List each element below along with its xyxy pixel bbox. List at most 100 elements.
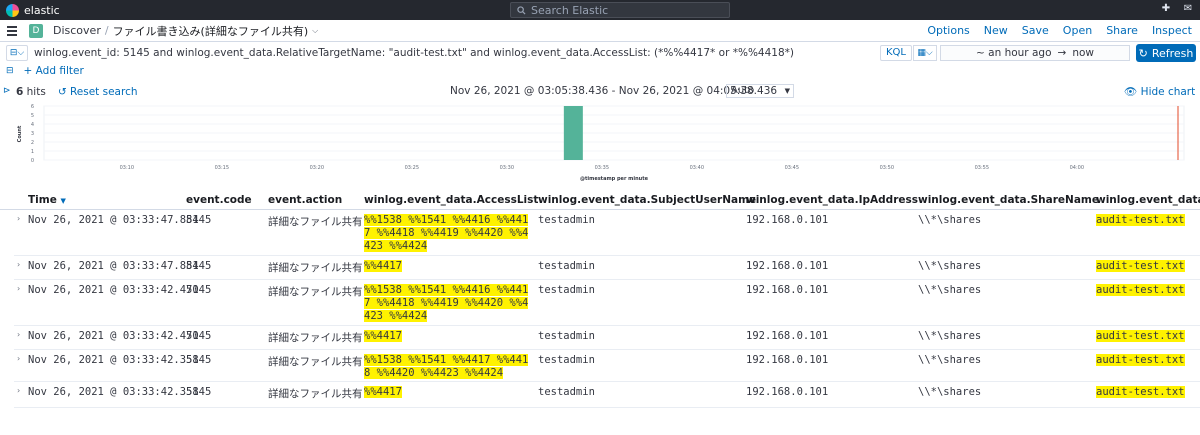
x-tick-label: 03:45	[785, 165, 799, 171]
cell-share-name: \\*\shares	[918, 386, 982, 398]
column-header-share-name[interactable]: winlog.event_data.ShareName	[918, 194, 1099, 206]
y-axis-title: Count	[17, 125, 23, 142]
app-name: elastic	[24, 3, 60, 17]
cell-time: Nov 26, 2021 @ 03:33:42.358	[28, 386, 199, 398]
elastic-logo[interactable]: elastic	[6, 3, 60, 17]
open-link[interactable]: Open	[1063, 24, 1092, 37]
inspect-link[interactable]: Inspect	[1152, 24, 1192, 37]
cell-ip-address: 192.168.0.101	[746, 284, 829, 296]
new-link[interactable]: New	[984, 24, 1008, 37]
query-bar: ⊟⌵ winlog.event_id: 5145 and winlog.even…	[0, 42, 1200, 64]
cell-share-name: \\*\shares	[918, 284, 982, 296]
arrow-right-icon: →	[1057, 47, 1067, 59]
help-icon[interactable]: ✚	[1160, 3, 1172, 15]
expand-row-icon[interactable]: ›	[17, 284, 20, 293]
global-header: elastic Search Elastic ✚ ✉	[0, 0, 1200, 20]
cell-access-list: %%1538 %%1541 %%4416 %%4417 %%4418 %%441…	[364, 214, 529, 252]
x-tick-label: 03:10	[120, 165, 134, 171]
options-link[interactable]: Options	[927, 24, 969, 37]
saved-query-icon[interactable]: ⊟⌵	[6, 45, 28, 61]
x-tick-label: 04:00	[1070, 165, 1084, 171]
global-search-input[interactable]: Search Elastic	[510, 2, 730, 18]
chevron-down-icon: ▼	[784, 87, 790, 95]
breadcrumb-separator: /	[104, 24, 109, 37]
hide-chart-button[interactable]: 👁 Hide chart	[1124, 85, 1195, 98]
cell-ip-address: 192.168.0.101	[746, 354, 829, 366]
elastic-logo-icon	[6, 3, 19, 17]
sort-down-icon[interactable]: ▼	[60, 197, 65, 205]
cell-subject-user: testadmin	[538, 386, 595, 398]
table-row[interactable]: › Nov 26, 2021 @ 03:33:42.358 5145 詳細なファ…	[14, 350, 1200, 382]
table-row[interactable]: › Nov 26, 2021 @ 03:33:42.358 5145 詳細なファ…	[14, 382, 1200, 408]
table-row[interactable]: › Nov 26, 2021 @ 03:33:47.884 5145 詳細なファ…	[14, 210, 1200, 256]
cell-access-list: %%4417	[364, 260, 402, 272]
calendar-icon[interactable]: ▦⌵	[913, 45, 937, 61]
date-end[interactable]: now	[1072, 47, 1094, 59]
menu-icon[interactable]	[7, 25, 21, 36]
cell-event-action: 詳細なファイル共有	[268, 388, 363, 400]
cell-share-name: \\*\shares	[918, 260, 982, 272]
chevron-down-icon[interactable]: ⌵	[312, 26, 318, 36]
cell-event-action: 詳細なファイル共有	[268, 356, 363, 368]
cell-relative-target: audit-test.txt	[1096, 284, 1185, 296]
breadcrumb-discover[interactable]: Discover	[53, 24, 101, 37]
expand-row-icon[interactable]: ›	[17, 214, 20, 223]
expand-row-icon[interactable]: ›	[17, 386, 20, 395]
table-row[interactable]: › Nov 26, 2021 @ 03:33:42.470 5145 詳細なファ…	[14, 326, 1200, 350]
x-tick-label: 03:55	[975, 165, 989, 171]
cell-time: Nov 26, 2021 @ 03:33:42.470	[28, 330, 199, 342]
filter-menu-icon[interactable]: ⊟	[6, 66, 14, 76]
cell-access-list: %%4417	[364, 386, 402, 398]
query-input[interactable]: winlog.event_id: 5145 and winlog.event_d…	[34, 47, 794, 59]
cell-event-code: 5145	[186, 284, 212, 296]
histogram-bar	[563, 106, 583, 160]
y-tick-label: 5	[31, 113, 34, 119]
column-header-event-action[interactable]: event.action	[268, 194, 342, 206]
column-header-access-list[interactable]: winlog.event_data.AccessList	[364, 194, 538, 206]
interval-select[interactable]: Auto ▼	[726, 84, 794, 98]
table-row[interactable]: › Nov 26, 2021 @ 03:33:47.884 5145 詳細なファ…	[14, 256, 1200, 280]
column-header-relative-target[interactable]: winlog.event_data.Re	[1096, 194, 1200, 206]
table-row[interactable]: › Nov 26, 2021 @ 03:33:42.470 5145 詳細なファ…	[14, 280, 1200, 326]
column-header-ip-address[interactable]: winlog.event_data.IpAddress	[746, 194, 918, 206]
cell-share-name: \\*\shares	[918, 330, 982, 342]
column-header-event-code[interactable]: event.code	[186, 194, 252, 206]
x-tick-label: 03:15	[215, 165, 229, 171]
cell-share-name: \\*\shares	[918, 214, 982, 226]
search-placeholder: Search Elastic	[531, 3, 609, 17]
cell-event-code: 5145	[186, 330, 212, 342]
add-filter-button[interactable]: + Add filter	[24, 65, 84, 77]
breadcrumb: Discover / ファイル書き込み(詳細なファイル共有) ⌵	[53, 23, 318, 39]
expand-row-icon[interactable]: ›	[17, 354, 20, 363]
user-menu-icon[interactable]: ✉	[1182, 3, 1194, 15]
filter-bar: ⊟ + Add filter	[0, 64, 1200, 78]
cell-time: Nov 26, 2021 @ 03:33:47.884	[28, 214, 199, 226]
expand-row-icon[interactable]: ›	[17, 260, 20, 269]
cell-ip-address: 192.168.0.101	[746, 260, 829, 272]
cell-subject-user: testadmin	[538, 260, 595, 272]
results-summary: 6 hits ↺ Reset search Nov 26, 2021 @ 03:…	[0, 84, 1200, 99]
column-header-subject-user[interactable]: winlog.event_data.SubjectUserName	[538, 194, 756, 206]
y-tick-label: 2	[31, 140, 34, 146]
cell-ip-address: 192.168.0.101	[746, 214, 829, 226]
save-link[interactable]: Save	[1022, 24, 1049, 37]
reset-search-button[interactable]: ↺ Reset search	[58, 86, 138, 98]
expand-row-icon[interactable]: ›	[17, 330, 20, 339]
cell-event-action: 詳細なファイル共有	[268, 286, 363, 298]
cell-event-action: 詳細なファイル共有	[268, 262, 363, 274]
space-avatar[interactable]: D	[29, 23, 43, 38]
share-link[interactable]: Share	[1106, 24, 1138, 37]
date-picker[interactable]: ~ an hour ago → now	[940, 45, 1130, 61]
cell-share-name: \\*\shares	[918, 354, 982, 366]
y-tick-label: 6	[31, 104, 34, 110]
query-language-button[interactable]: KQL	[880, 45, 912, 61]
cell-event-action: 詳細なファイル共有	[268, 332, 363, 344]
cell-event-code: 5145	[186, 260, 212, 272]
app-header: D Discover / ファイル書き込み(詳細なファイル共有) ⌵ Optio…	[0, 20, 1200, 42]
date-start[interactable]: ~ an hour ago	[976, 47, 1051, 59]
x-axis-title: @timestamp per minute	[580, 176, 649, 182]
refresh-button[interactable]: ↻ Refresh	[1136, 44, 1196, 62]
hits-count: 6 hits	[16, 86, 46, 98]
cell-event-code: 5145	[186, 386, 212, 398]
column-header-time[interactable]: Time ▼	[28, 194, 66, 206]
